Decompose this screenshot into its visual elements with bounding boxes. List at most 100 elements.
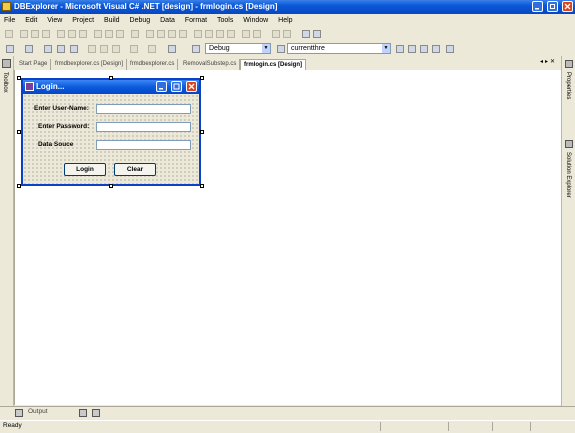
datasource-input[interactable] [96, 140, 191, 150]
resize-handle-bottom[interactable] [109, 184, 113, 188]
save-icon[interactable] [57, 45, 65, 53]
menu-debug[interactable]: Debug [126, 14, 155, 27]
close-button[interactable] [562, 1, 573, 12]
properties-icon[interactable] [565, 60, 573, 68]
chevron-down-icon: ▼ [262, 44, 270, 53]
solution-config-select[interactable]: Debug ▼ [205, 43, 271, 54]
task-list-icon[interactable] [79, 409, 87, 417]
size-to-grid-icon[interactable] [131, 30, 139, 38]
properties-tab[interactable]: Properties [565, 72, 571, 99]
menu-window[interactable]: Window [239, 14, 272, 27]
maximize-button[interactable] [546, 1, 558, 12]
minimize-button[interactable] [531, 1, 543, 12]
resize-handle-left[interactable] [17, 130, 21, 134]
menu-project[interactable]: Project [68, 14, 98, 27]
resize-handle-right[interactable] [200, 130, 204, 134]
chevron-down-icon: ▼ [382, 44, 390, 53]
solution-explorer-icon[interactable] [396, 45, 404, 53]
solution-explorer-tab[interactable]: Solution Explorer [565, 152, 571, 198]
datasource-label: Data Souce [38, 141, 74, 148]
layout-toolbar [0, 27, 575, 41]
new-project-icon[interactable] [6, 45, 14, 53]
form-minimize-button[interactable] [155, 81, 167, 92]
menu-help[interactable]: Help [274, 14, 296, 27]
resize-handle-top-right[interactable] [200, 76, 204, 80]
paste-icon[interactable] [112, 45, 120, 53]
login-form[interactable]: Login... Enter User-Name: Enter Password… [21, 78, 201, 186]
center-horizontally-icon[interactable] [242, 30, 250, 38]
menu-edit[interactable]: Edit [21, 14, 41, 27]
center-vertically-icon[interactable] [253, 30, 261, 38]
resize-handle-top[interactable] [109, 76, 113, 80]
output-icon[interactable] [15, 409, 23, 417]
horizontal-spacing-increase-icon[interactable] [157, 30, 165, 38]
properties-window-icon[interactable] [408, 45, 416, 53]
horizontal-spacing-remove-icon[interactable] [179, 30, 187, 38]
align-rights-icon[interactable] [42, 30, 50, 38]
start-debug-icon[interactable] [192, 45, 200, 53]
toolbox-window-icon[interactable] [420, 45, 428, 53]
command-window-icon[interactable] [92, 409, 100, 417]
toolbox-label[interactable]: Toolbox [2, 72, 8, 93]
save-all-icon[interactable] [70, 45, 78, 53]
align-tops-icon[interactable] [57, 30, 65, 38]
horizontal-spacing-equal-icon[interactable] [146, 30, 154, 38]
menu-view[interactable]: View [43, 14, 66, 27]
tab-removalsubstep[interactable]: RemovalSubstep.cs [180, 59, 241, 70]
redo-icon[interactable] [148, 45, 156, 53]
menu-data[interactable]: Data [156, 14, 179, 27]
resize-handle-top-left[interactable] [17, 76, 21, 80]
align-lefts-icon[interactable] [20, 30, 28, 38]
make-same-size-icon[interactable] [116, 30, 124, 38]
menu-file[interactable]: File [0, 14, 19, 27]
open-file-icon[interactable] [44, 45, 52, 53]
resize-handle-bottom-right[interactable] [200, 184, 204, 188]
solution-config-value: Debug [209, 45, 230, 52]
menu-tools[interactable]: Tools [213, 14, 237, 27]
solution-explorer-icon[interactable] [565, 140, 573, 148]
window-title: DBExplorer - Microsoft Visual C# .NET [d… [14, 2, 278, 11]
menu-format[interactable]: Format [181, 14, 211, 27]
password-input[interactable] [96, 122, 191, 132]
document-tabs: Start Page frmdbexplorer.cs [Design] frm… [14, 57, 560, 71]
tab-order-icon[interactable] [313, 30, 321, 38]
form-maximize-button[interactable] [170, 81, 182, 92]
username-input[interactable] [96, 104, 191, 114]
login-button[interactable]: Login [64, 163, 106, 176]
undo-icon[interactable] [130, 45, 138, 53]
close-icon[interactable]: ✕ [550, 59, 557, 65]
clear-button[interactable]: Clear [114, 163, 156, 176]
form-close-button[interactable] [186, 81, 197, 92]
tab-start-page[interactable]: Start Page [16, 59, 52, 70]
find-combo[interactable]: currentthre ▼ [287, 43, 391, 54]
align-grid-icon[interactable] [5, 30, 13, 38]
tab-frmdbexplorer-design[interactable]: frmdbexplorer.cs [Design] [52, 59, 128, 70]
make-same-width-icon[interactable] [94, 30, 102, 38]
add-new-item-icon[interactable] [25, 45, 33, 53]
right-panel-strip: Properties Solution Explorer [561, 56, 575, 406]
make-same-height-icon[interactable] [105, 30, 113, 38]
horizontal-spacing-decrease-icon[interactable] [168, 30, 176, 38]
send-to-back-icon[interactable] [283, 30, 291, 38]
vertical-spacing-increase-icon[interactable] [205, 30, 213, 38]
find-combo-value: currentthre [291, 45, 325, 52]
more-windows-icon[interactable] [446, 45, 454, 53]
resize-handle-bottom-left[interactable] [17, 184, 21, 188]
class-view-icon[interactable] [432, 45, 440, 53]
lock-controls-icon[interactable] [302, 30, 310, 38]
navigate-back-icon[interactable] [168, 45, 176, 53]
copy-icon[interactable] [100, 45, 108, 53]
vertical-spacing-decrease-icon[interactable] [216, 30, 224, 38]
align-middles-icon[interactable] [68, 30, 76, 38]
vertical-spacing-equal-icon[interactable] [194, 30, 202, 38]
align-centers-icon[interactable] [31, 30, 39, 38]
tab-frmdbexplorer-code[interactable]: frmdbexplorer.cs [127, 59, 179, 70]
find-in-files-icon[interactable] [277, 45, 285, 53]
cut-icon[interactable] [88, 45, 96, 53]
menu-build[interactable]: Build [100, 14, 124, 27]
bring-to-front-icon[interactable] [272, 30, 280, 38]
output-tab[interactable]: Output [28, 408, 48, 415]
toolbox-strip[interactable]: Toolbox [0, 56, 14, 406]
align-bottoms-icon[interactable] [79, 30, 87, 38]
vertical-spacing-remove-icon[interactable] [227, 30, 235, 38]
